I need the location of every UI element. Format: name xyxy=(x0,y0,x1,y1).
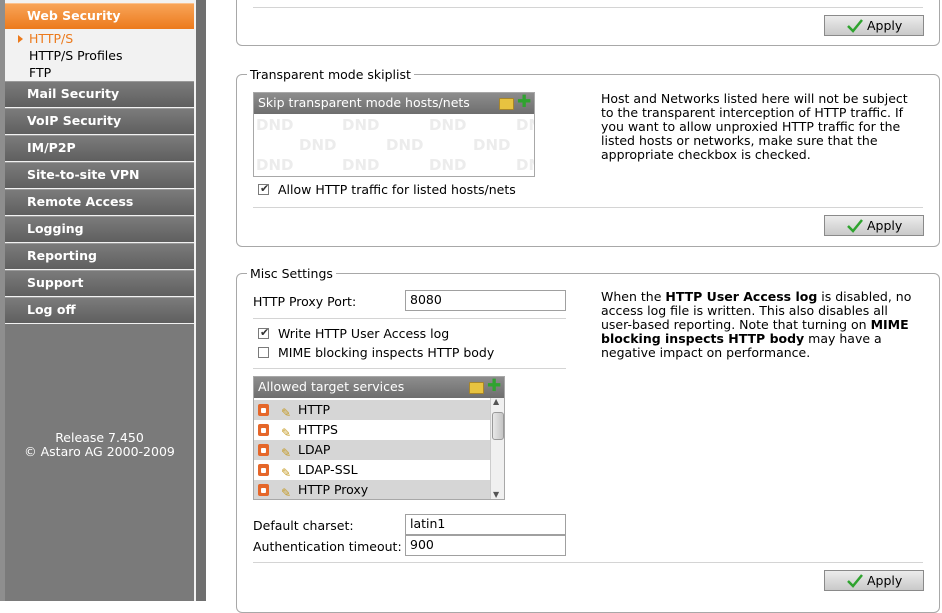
service-row-http[interactable]: ✎ HTTP xyxy=(254,400,490,420)
add-icon[interactable]: ✚ xyxy=(487,378,501,395)
nav-item-support[interactable]: Support xyxy=(5,270,194,296)
dnd-watermark: DND xyxy=(516,156,534,174)
dnd-watermark: DND xyxy=(429,156,467,174)
divider xyxy=(253,7,923,8)
mime-blocking-checkbox[interactable] xyxy=(258,347,269,358)
dnd-watermark: DND xyxy=(473,136,511,154)
services-list-header: Allowed target services ✚ xyxy=(254,377,504,398)
service-row-ldap-ssl[interactable]: ✎ LDAP-SSL xyxy=(254,460,490,480)
dnd-watermark: DND xyxy=(516,116,534,134)
skiplist-box: Transparent mode skiplist Skip transpare… xyxy=(236,67,940,247)
main-content: Apply Transparent mode skiplist Skip tra… xyxy=(206,0,942,613)
divider xyxy=(253,368,566,369)
check-icon xyxy=(847,574,863,588)
release-version: Release 7.450 xyxy=(55,430,144,445)
dnd-watermark: DND xyxy=(386,136,424,154)
charset-label: Default charset: xyxy=(253,518,354,533)
chevron-right-icon xyxy=(18,35,23,43)
checkmark-icon: ✔ xyxy=(260,182,270,195)
edit-icon[interactable]: ✎ xyxy=(281,483,291,499)
dnd-watermark: DND xyxy=(342,116,380,134)
skiplist-legend: Transparent mode skiplist xyxy=(247,67,414,82)
services-list-title: Allowed target services xyxy=(258,379,405,394)
services-scrollbar[interactable]: ▲ ▼ xyxy=(490,397,504,499)
check-icon xyxy=(847,19,863,33)
dnd-watermark: DND xyxy=(429,116,467,134)
add-icon[interactable]: ✚ xyxy=(517,94,531,111)
trash-icon[interactable] xyxy=(258,404,269,416)
top-apply-button[interactable]: Apply xyxy=(824,15,924,36)
scroll-thumb[interactable] xyxy=(492,412,504,440)
folder-icon[interactable] xyxy=(499,98,514,110)
nav-separator xyxy=(196,0,206,601)
nav-item-remote-access[interactable]: Remote Access xyxy=(5,189,194,215)
nav-item-reporting[interactable]: Reporting xyxy=(5,243,194,269)
nav-subitem-https-profiles[interactable]: HTTP/S Profiles xyxy=(29,48,123,63)
dnd-watermark: DND xyxy=(342,156,380,174)
nav-subitem-ftp[interactable]: FTP xyxy=(29,65,51,80)
skiplist-dnd-list[interactable]: Skip transparent mode hosts/nets ✚ DND D… xyxy=(253,92,535,177)
misc-apply-button[interactable]: Apply xyxy=(824,570,924,591)
auth-timeout-label: Authentication timeout: xyxy=(253,539,402,554)
charset-input[interactable]: latin1 xyxy=(405,514,566,535)
nav-item-im-p2p[interactable]: IM/P2P xyxy=(5,135,194,161)
checkmark-icon: ✔ xyxy=(260,326,270,339)
divider xyxy=(253,562,923,563)
allow-http-label: Allow HTTP traffic for listed hosts/nets xyxy=(278,182,516,197)
skiplist-list-title: Skip transparent mode hosts/nets xyxy=(258,95,470,110)
dnd-watermark: DND xyxy=(299,136,337,154)
copyright: © Astaro AG 2000-2009 xyxy=(24,444,175,459)
skiplist-description: Host and Networks listed here will not b… xyxy=(601,91,908,162)
nav-item-web-security[interactable]: Web Security xyxy=(5,3,194,29)
folder-icon[interactable] xyxy=(469,382,484,394)
allow-http-checkbox[interactable]: ✔ xyxy=(258,182,270,195)
misc-legend: Misc Settings xyxy=(247,266,336,281)
proxy-port-input[interactable]: 8080 xyxy=(405,290,566,311)
proxy-port-label: HTTP Proxy Port: xyxy=(253,294,357,309)
write-log-checkbox[interactable]: ✔ xyxy=(258,326,270,339)
nav-item-mail-security[interactable]: Mail Security xyxy=(5,81,194,107)
nav-item-site-to-site-vpn[interactable]: Site-to-site VPN xyxy=(5,162,194,188)
scroll-up-icon[interactable]: ▲ xyxy=(493,397,499,406)
mime-blocking-label: MIME blocking inspects HTTP body xyxy=(278,345,495,360)
divider xyxy=(253,318,566,319)
skiplist-apply-button[interactable]: Apply xyxy=(824,215,924,236)
divider xyxy=(253,207,923,208)
nav-background xyxy=(5,324,194,601)
trash-icon[interactable] xyxy=(258,484,269,496)
auth-timeout-input[interactable]: 900 xyxy=(405,535,566,556)
nav-item-logging[interactable]: Logging xyxy=(5,216,194,242)
nav-item-log-off[interactable]: Log off xyxy=(5,297,194,323)
trash-icon[interactable] xyxy=(258,444,269,456)
trash-icon[interactable] xyxy=(258,424,269,436)
top-settings-box: Apply xyxy=(236,0,940,46)
dnd-watermark: DND xyxy=(256,156,294,174)
dnd-watermark: DND xyxy=(256,116,294,134)
trash-icon[interactable] xyxy=(258,464,269,476)
scroll-down-icon[interactable]: ▼ xyxy=(493,490,499,499)
check-icon xyxy=(847,219,863,233)
nav-subitem-https[interactable]: HTTP/S xyxy=(18,31,73,46)
nav-item-voip-security[interactable]: VoIP Security xyxy=(5,108,194,134)
service-row-ldap[interactable]: ✎ LDAP xyxy=(254,440,490,460)
sidebar-nav: Web Security HTTP/S HTTP/S Profiles FTP … xyxy=(0,0,196,601)
service-row-https[interactable]: ✎ HTTPS xyxy=(254,420,490,440)
skiplist-list-header: Skip transparent mode hosts/nets ✚ xyxy=(254,93,534,114)
write-log-label: Write HTTP User Access log xyxy=(278,326,450,341)
misc-settings-box: Misc Settings HTTP Proxy Port: 8080 ✔ Wr… xyxy=(236,266,940,613)
nav-submenu: HTTP/S HTTP/S Profiles FTP xyxy=(5,30,194,82)
misc-description: When the HTTP User Access log is disable… xyxy=(601,289,912,360)
service-row-http-proxy[interactable]: ✎ HTTP Proxy xyxy=(254,480,490,499)
allowed-services-list[interactable]: Allowed target services ✚ ✎ HTTP ✎ HTTPS… xyxy=(253,376,505,500)
